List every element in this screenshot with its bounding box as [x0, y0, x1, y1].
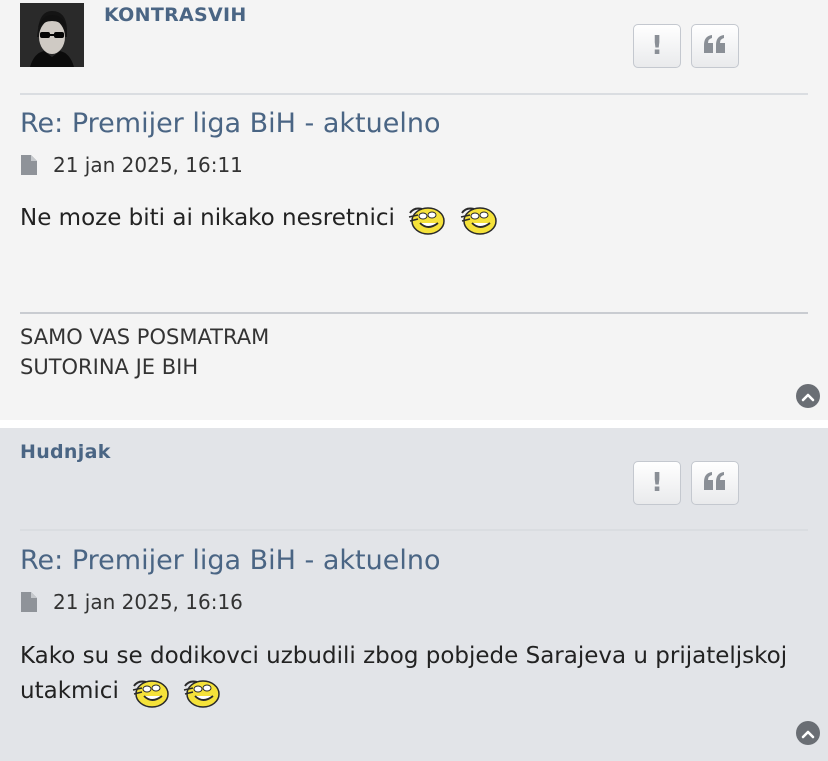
post-meta: 21 jan 2025, 16:11 — [20, 153, 243, 177]
post-header-divider — [20, 93, 808, 95]
post-text: Ne moze biti ai nikako nesretnici — [20, 205, 395, 231]
document-icon[interactable] — [20, 154, 40, 176]
post-content: Ne moze biti ai nikako nesretnici — [20, 201, 815, 236]
exclamation-icon: ! — [651, 31, 663, 61]
chevron-up-icon — [801, 387, 815, 406]
avatar[interactable] — [20, 3, 84, 67]
document-icon[interactable] — [20, 591, 40, 613]
chevron-up-icon — [801, 724, 815, 743]
quote-icon — [702, 470, 728, 496]
back-to-top-button[interactable] — [796, 721, 820, 745]
laughing-smiley-icon — [458, 203, 498, 235]
post-author[interactable]: Hudnjak — [20, 441, 111, 463]
post-date: 21 jan 2025, 16:11 — [53, 153, 243, 177]
post-header-divider — [20, 529, 808, 531]
quote-button[interactable] — [691, 461, 739, 505]
post-author[interactable]: KONTRASVIH — [104, 4, 247, 26]
report-button[interactable]: ! — [633, 24, 681, 68]
signature-line: SAMO VAS POSMATRAM — [20, 325, 270, 349]
post-2: Hudnjak ! Re: Premijer liga BiH - aktuel… — [0, 428, 828, 761]
report-button[interactable]: ! — [633, 461, 681, 505]
post-title[interactable]: Re: Premijer liga BiH - aktuelno — [20, 545, 441, 576]
signature-line: SUTORINA JE BIH — [20, 355, 199, 379]
quote-icon — [702, 33, 728, 59]
quote-button[interactable] — [691, 24, 739, 68]
post-meta: 21 jan 2025, 16:16 — [20, 590, 243, 614]
post-title[interactable]: Re: Premijer liga BiH - aktuelno — [20, 108, 441, 139]
laughing-smiley-icon — [130, 676, 170, 708]
laughing-smiley-icon — [406, 203, 446, 235]
exclamation-icon: ! — [651, 468, 663, 498]
back-to-top-button[interactable] — [796, 384, 820, 408]
post-1: KONTRASVIH ! Re: Premijer liga BiH - akt… — [0, 0, 828, 420]
post-content: Kako su se dodikovci uzbudili zbog pobje… — [20, 639, 815, 709]
post-date: 21 jan 2025, 16:16 — [53, 590, 243, 614]
avatar-image — [20, 3, 84, 67]
post-signature: SAMO VAS POSMATRAM SUTORINA JE BIH — [20, 312, 808, 382]
laughing-smiley-icon — [181, 676, 221, 708]
